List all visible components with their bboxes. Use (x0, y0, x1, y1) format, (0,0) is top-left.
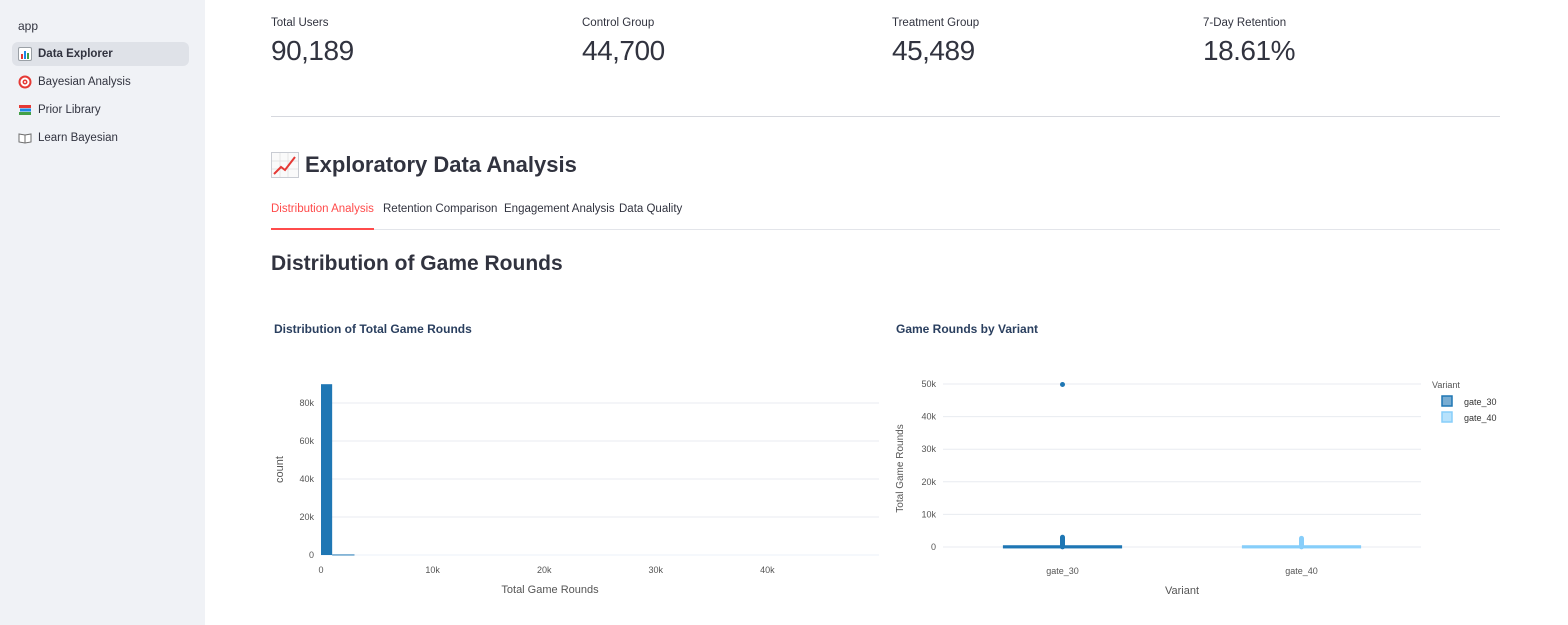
outlier-point-gate_30 (1060, 381, 1065, 387)
legend-title: Variant (1432, 380, 1460, 390)
chart-title-box: Game Rounds by Variant (896, 322, 1039, 336)
y-tick-label: 30k (921, 444, 936, 454)
legend-swatch-gate_30 (1441, 395, 1453, 407)
metric-value: 90,189 (271, 35, 354, 66)
x-tick-label: 30k (649, 565, 664, 575)
metric-value: 45,489 (892, 35, 975, 66)
x-tick-label: 40k (760, 565, 775, 575)
metric-total-users: Total Users 90,189 (271, 17, 354, 67)
y-axis-label: count (274, 456, 286, 483)
y-tick-label: 0 (931, 542, 936, 552)
tab-data-quality[interactable]: Data Quality (619, 203, 682, 230)
y-tick-label: 40k (921, 412, 936, 422)
target-icon (18, 75, 32, 89)
x-axis-label: Total Game Rounds (501, 584, 599, 596)
sidebar-item-label: Learn Bayesian (38, 132, 118, 144)
app-title[interactable]: app (18, 19, 38, 33)
open-book-icon (18, 131, 32, 145)
sidebar-item-learn-bayesian[interactable]: Learn Bayesian (12, 126, 189, 150)
metric-label: Total Users (271, 17, 329, 29)
tab-engagement-analysis[interactable]: Engagement Analysis (504, 203, 615, 230)
y-tick-label: 80k (299, 398, 314, 408)
books-icon (18, 103, 32, 117)
chart-title-histogram: Distribution of Total Game Rounds (274, 322, 472, 336)
metric-label: Treatment Group (892, 17, 980, 29)
sidebar-item-label: Data Explorer (38, 48, 113, 60)
y-tick-label: 40k (299, 474, 314, 484)
box-chart[interactable]: 0 10k 20k 30k 40k 50k gate_30 gate_40 Variant Tot… (891, 370, 1501, 615)
tab-retention-comparison[interactable]: Retention Comparison (383, 203, 497, 230)
sidebar-item-prior-library[interactable]: Prior Library (12, 98, 189, 122)
tab-distribution-analysis[interactable]: Distribution Analysis (271, 203, 374, 230)
metric-value: 44,700 (582, 35, 665, 66)
section-title-text: Exploratory Data Analysis (305, 152, 577, 177)
metric-label: Control Group (582, 17, 655, 29)
histogram-chart[interactable]: 0 20k 40k 60k 80k 0 10k 20k 30k 40k Total Game Rou… (271, 370, 883, 615)
y-axis-label: Total Game Rounds (895, 424, 906, 512)
sidebar-item-data-explorer[interactable]: Data Explorer (12, 42, 189, 66)
metric-retention: 7-Day Retention 18.61% (1203, 17, 1295, 67)
divider (271, 116, 1500, 117)
x-axis-label: Variant (1165, 585, 1199, 597)
main-content: Total Users 90,189 Control Group 44,700 … (271, 0, 1501, 625)
x-tick-label: gate_40 (1285, 566, 1318, 576)
bar-chart-icon (18, 47, 32, 61)
y-tick-label: 10k (921, 509, 936, 519)
sidebar-item-label: Bayesian Analysis (38, 76, 131, 88)
sidebar-item-label: Prior Library (38, 104, 101, 116)
x-tick-label: 0 (318, 565, 323, 575)
legend-swatch-gate_40 (1441, 411, 1453, 423)
x-tick-label: 20k (537, 565, 552, 575)
histogram-bar (332, 554, 355, 556)
y-tick-label: 50k (921, 379, 936, 389)
sidebar-item-bayesian-analysis[interactable]: Bayesian Analysis (12, 70, 189, 94)
x-tick-label: 10k (425, 565, 440, 575)
tab-bar: Distribution Analysis Retention Comparis… (271, 200, 1500, 230)
y-tick-label: 20k (299, 512, 314, 522)
chart-increasing-icon (271, 152, 299, 178)
x-tick-label: gate_30 (1046, 566, 1079, 576)
histogram-bar (321, 384, 333, 555)
sidebar: app Data Explorer Bayesian Analysis Prio… (0, 0, 205, 625)
legend-label-gate_30: gate_30 (1464, 397, 1497, 407)
metric-value: 18.61% (1203, 35, 1295, 66)
metric-label: 7-Day Retention (1203, 17, 1287, 29)
legend-label-gate_40: gate_40 (1464, 413, 1497, 423)
y-tick-label: 0 (309, 550, 314, 560)
section-title: Exploratory Data Analysis (271, 152, 577, 178)
y-tick-label: 60k (299, 436, 314, 446)
subheader: Distribution of Game Rounds (271, 252, 563, 275)
y-tick-label: 20k (921, 477, 936, 487)
metric-treatment-group: Treatment Group 45,489 (892, 17, 979, 67)
sidebar-nav: Data Explorer Bayesian Analysis Prior Li… (12, 42, 189, 154)
metric-control-group: Control Group 44,700 (582, 17, 665, 67)
